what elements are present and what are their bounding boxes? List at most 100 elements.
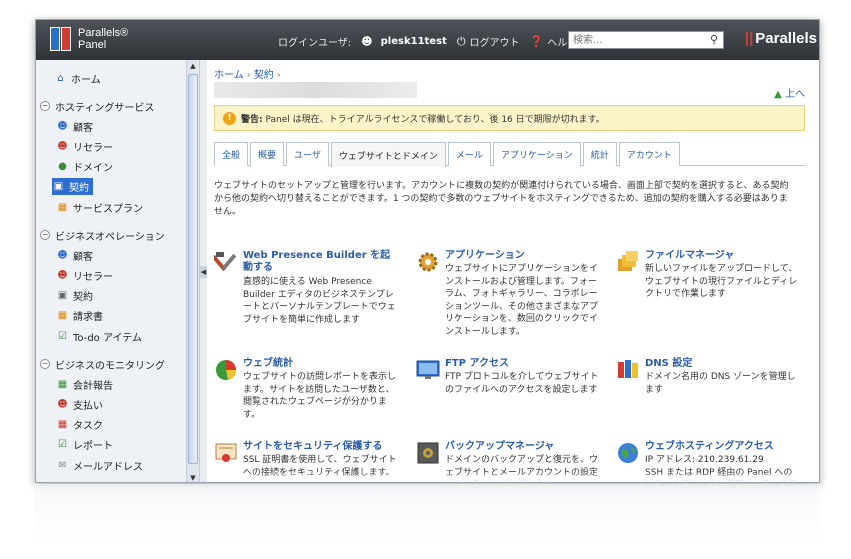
group-label: ビジネスオペレーション <box>55 231 165 243</box>
sidebar-item-reports[interactable]: ☑ レポート <box>56 436 113 453</box>
sidebar-item-label: サービスプラン <box>73 204 143 215</box>
window-reflection <box>35 484 820 544</box>
sidebar-item-tasks[interactable]: ▦ タスク <box>56 416 103 433</box>
tab-account[interactable]: アカウント <box>618 142 680 166</box>
content-fade <box>207 472 819 482</box>
tile-description: ウェブサイトにアプリケーションをインストールおよび管理します。フォーラム、フォト… <box>445 264 599 337</box>
description-line: せん。 <box>214 207 242 217</box>
sidebar-splitter[interactable]: ◀ <box>199 60 207 482</box>
todo-checkbox-icon: ☑ <box>58 331 67 342</box>
collapse-icon[interactable]: − <box>40 359 50 369</box>
power-icon: ⏻ <box>456 34 466 48</box>
logo-line1: Parallels® <box>78 27 129 39</box>
sidebar-item-subscriptions[interactable]: ▣ 契約 <box>52 178 93 195</box>
subscription-icon: ▣ <box>53 181 64 192</box>
wrench-hammer-icon <box>214 252 237 272</box>
up-level-link[interactable]: ▲ 上へ <box>774 85 805 100</box>
group-hosting-services[interactable]: − ホスティングサービス <box>40 98 154 114</box>
ftp-monitor-icon <box>416 360 440 379</box>
sidebar-item-label: To-do アイテム <box>73 333 142 344</box>
sidebar-item-payments[interactable]: ☻ 支払い <box>56 396 103 413</box>
collapse-icon[interactable]: − <box>40 230 50 240</box>
sidebar-item-label: リセラー <box>73 272 113 283</box>
tile-description: 直感的に使える Web Presence Builder エディタのビジネステン… <box>243 277 396 325</box>
sidebar-item-label: 契約 <box>69 183 89 194</box>
tile-title[interactable]: アプリケーション <box>445 250 601 262</box>
reseller-icon: ☻ <box>57 270 68 281</box>
tile-description: 新しいファイルをアップロードして、ウェブサイトの現行ファイルとディレクトリで作業… <box>645 264 798 299</box>
tab-applications[interactable]: アプリケーション <box>492 142 581 166</box>
calendar-icon: ▦ <box>57 419 68 430</box>
search-input[interactable] <box>569 32 697 48</box>
user-info: ログインユーザ: ☻ plesk11test ⏻ ログアウト ❓ ヘルプ <box>278 34 577 50</box>
tile-title[interactable]: DNS 設定 <box>645 358 801 370</box>
folder-icon <box>618 251 638 271</box>
help-icon: ❓ <box>529 35 544 48</box>
dns-flags-icon <box>618 360 638 378</box>
group-business-monitoring[interactable]: − ビジネスのモニタリング <box>40 356 165 372</box>
breadcrumb-subscriptions[interactable]: 契約 <box>254 70 274 81</box>
tile-description: FTP プロトコルを介してウェブサイトのファイルへのアクセスを設定します <box>445 372 599 395</box>
breadcrumb-home[interactable]: ホーム <box>214 70 244 81</box>
sidebar-item-label: 契約 <box>73 292 93 303</box>
sidebar: ⌂ ホーム − ホスティングサービス ☻ 顧客 ☻ リセラー ● ドメイン ▣ 契約 ▦ サー… <box>36 60 186 482</box>
username-link[interactable]: plesk11test <box>381 36 447 47</box>
sidebar-item-mail-addresses[interactable]: ✉ メールアドレス <box>56 457 143 474</box>
sidebar-item-label: 請求書 <box>73 312 103 323</box>
group-label: ビジネスのモニタリング <box>55 360 165 372</box>
tile-title[interactable]: サイトをセキュリティ保護する <box>243 441 399 453</box>
sidebar-item-label: 支払い <box>73 401 103 412</box>
sidebar-item-bo-subscriptions[interactable]: ▣ 契約 <box>56 287 93 304</box>
sidebar-item-label: ホーム <box>71 75 101 86</box>
certificate-icon <box>215 443 237 462</box>
search-icon[interactable]: ⚲ <box>710 33 718 46</box>
globe-icon <box>618 443 638 463</box>
sidebar-scrollbar[interactable]: ▲ ▼ <box>186 60 199 482</box>
collapse-icon[interactable]: − <box>40 101 50 111</box>
top-header-bar: Parallels® Panel ログインユーザ: ☻ plesk11test … <box>36 20 819 60</box>
group-business-operations[interactable]: − ビジネスオペレーション <box>40 227 165 243</box>
sidebar-item-service-plans[interactable]: ▦ サービスプラン <box>56 199 143 216</box>
sidebar-item-customers[interactable]: ☻ 顧客 <box>56 118 93 135</box>
logout-link[interactable]: ログアウト <box>470 34 520 49</box>
tile-title[interactable]: ファイルマネージャ <box>645 250 801 262</box>
tab-websites-domains[interactable]: ウェブサイトとドメイン <box>330 142 446 167</box>
tab-general[interactable]: 全般 <box>214 142 249 166</box>
tile-title[interactable]: Web Presence Builder を起動する <box>243 250 399 274</box>
customer-icon: ☻ <box>57 121 68 132</box>
trial-warning: ! 警告: Panel は現在、トライアルライセンスで稼働しており、後 16 日… <box>214 105 805 131</box>
sidebar-item-home[interactable]: ⌂ ホーム <box>54 70 101 87</box>
tab-mail[interactable]: メール <box>447 142 491 166</box>
tile-title[interactable]: バックアップマネージャ <box>445 441 601 453</box>
panel-logo[interactable]: Parallels® Panel <box>50 27 128 51</box>
search-box: ⚲ <box>568 31 724 49</box>
sidebar-item-bo-resellers[interactable]: ☻ リセラー <box>56 267 113 284</box>
tab-overview[interactable]: 概要 <box>250 142 285 166</box>
scroll-down-icon[interactable]: ▼ <box>188 473 198 482</box>
tab-statistics[interactable]: 統計 <box>582 142 617 166</box>
parallels-logo-icon <box>50 27 72 51</box>
service-plan-icon: ▦ <box>57 202 68 213</box>
sidebar-item-resellers[interactable]: ☻ リセラー <box>56 138 113 155</box>
sidebar-item-label: 顧客 <box>73 123 93 134</box>
scrollbar-thumb[interactable] <box>188 74 198 464</box>
scroll-up-icon[interactable]: ▲ <box>188 61 198 71</box>
mail-icon: ✉ <box>58 460 67 471</box>
tab-users[interactable]: ユーザ <box>286 142 329 166</box>
collapse-sidebar-icon[interactable]: ◀ <box>200 266 207 278</box>
tile-title[interactable]: FTP アクセス <box>445 358 601 370</box>
up-arrow-icon: ▲ <box>774 89 782 100</box>
sidebar-item-label: メールアドレス <box>73 462 143 473</box>
sidebar-item-invoices[interactable]: ▦ 請求書 <box>56 307 103 324</box>
description-line: から他の契約へ切り替えることができます。1 つの契約で多数のウェブサイトをホステ… <box>214 194 788 204</box>
accounting-icon: ▦ <box>57 379 68 390</box>
tile-title[interactable]: ウェブ統計 <box>243 358 399 370</box>
user-label: ログインユーザ: <box>278 38 352 49</box>
sidebar-item-accounting[interactable]: ▦ 会計報告 <box>56 376 113 393</box>
sidebar-item-domains[interactable]: ● ドメイン <box>56 158 113 175</box>
tile-title[interactable]: ウェブホスティングアクセス <box>645 441 801 453</box>
sidebar-item-label: 顧客 <box>73 252 93 263</box>
sidebar-item-bo-customers[interactable]: ☻ 顧客 <box>56 247 93 264</box>
logo-line2: Panel <box>78 39 107 51</box>
sidebar-item-todo[interactable]: ☑ To-do アイテム <box>56 328 142 345</box>
